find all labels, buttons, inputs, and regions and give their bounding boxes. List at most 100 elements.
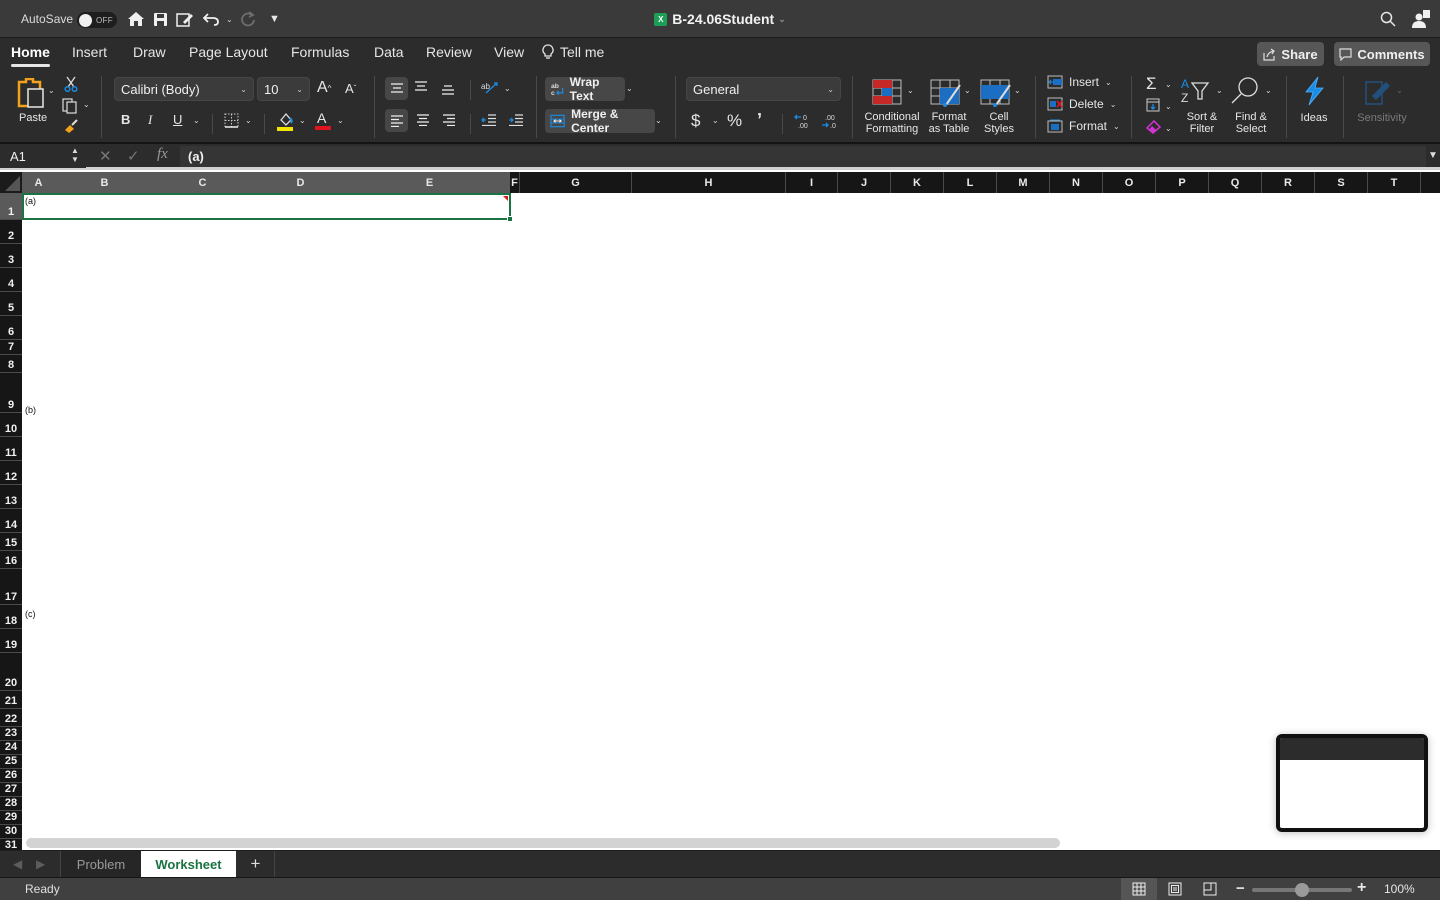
- insert-cells-button[interactable]: Insert ⌄: [1047, 75, 1112, 89]
- column-header-k[interactable]: K: [891, 172, 944, 193]
- share-button[interactable]: Share: [1257, 42, 1324, 66]
- row-header-4[interactable]: 4: [0, 268, 22, 292]
- format-as-table-label[interactable]: Format as Table: [924, 111, 974, 135]
- borders-icon[interactable]: [224, 113, 239, 133]
- align-top-button[interactable]: [385, 77, 408, 100]
- zoom-out-button[interactable]: −: [1236, 880, 1245, 897]
- column-header-c[interactable]: C: [154, 172, 252, 193]
- row-header-6[interactable]: 6: [0, 316, 22, 340]
- cut-icon[interactable]: [64, 76, 78, 97]
- percent-style-icon[interactable]: %: [727, 111, 742, 131]
- wrap-text-dropdown-icon[interactable]: ⌄: [626, 84, 633, 93]
- next-sheet-icon[interactable]: ▶: [36, 857, 45, 871]
- fill-color-icon[interactable]: [277, 111, 294, 136]
- column-header-h[interactable]: H: [632, 172, 786, 193]
- add-sheet-button[interactable]: +: [237, 851, 274, 877]
- sheet-tab-problem[interactable]: Problem: [61, 851, 141, 877]
- sheet-navigator-thumbnail[interactable]: [1276, 734, 1428, 832]
- row-header-25[interactable]: 25: [0, 755, 22, 769]
- orientation-icon[interactable]: ab: [481, 80, 498, 94]
- row-header-23[interactable]: 23: [0, 727, 22, 741]
- selected-range-a1-e1[interactable]: [22, 193, 513, 222]
- row-header-30[interactable]: 30: [0, 825, 22, 839]
- tell-me-search[interactable]: Tell me: [542, 44, 604, 60]
- fill-dropdown-icon[interactable]: ⌄: [1165, 102, 1172, 111]
- copy-icon[interactable]: [62, 98, 78, 119]
- page-break-view-button[interactable]: [1192, 878, 1228, 900]
- cell-styles-dropdown-icon[interactable]: ⌄: [1014, 86, 1021, 95]
- ideas-icon[interactable]: [1302, 76, 1326, 111]
- column-header-t[interactable]: T: [1368, 172, 1421, 193]
- find-select-icon[interactable]: [1230, 76, 1260, 111]
- fill-icon[interactable]: [1146, 98, 1160, 117]
- undo-dropdown-icon[interactable]: ⌄: [226, 0, 233, 38]
- column-header-p[interactable]: P: [1156, 172, 1209, 193]
- conditional-formatting-label[interactable]: Conditional Formatting: [862, 111, 922, 135]
- row-header-9[interactable]: 9: [0, 373, 22, 413]
- orientation-dropdown-icon[interactable]: ⌄: [504, 84, 511, 93]
- tab-review[interactable]: Review: [426, 44, 472, 60]
- decrease-decimal-icon[interactable]: .00.0: [820, 113, 838, 129]
- sheet-tab-worksheet[interactable]: Worksheet: [141, 851, 236, 877]
- tab-page-layout[interactable]: Page Layout: [189, 44, 268, 60]
- page-layout-view-button[interactable]: [1157, 878, 1193, 900]
- column-header-i[interactable]: I: [786, 172, 838, 193]
- row-header-12[interactable]: 12: [0, 461, 22, 485]
- column-header-r[interactable]: R: [1262, 172, 1315, 193]
- font-size-select[interactable]: 10 ⌄: [257, 77, 310, 101]
- save-icon[interactable]: [153, 0, 168, 38]
- row-header-14[interactable]: 14: [0, 509, 22, 533]
- increase-font-size-icon[interactable]: A ^: [317, 79, 331, 97]
- format-painter-icon[interactable]: [63, 118, 79, 139]
- bold-button[interactable]: B: [121, 112, 130, 127]
- align-bottom-button[interactable]: [441, 83, 455, 95]
- font-name-select[interactable]: Calibri (Body) ⌄: [114, 77, 254, 101]
- cell-a19[interactable]: (c): [25, 609, 36, 619]
- italic-button[interactable]: I: [148, 112, 152, 128]
- formula-input[interactable]: (a): [180, 146, 1426, 167]
- horizontal-scrollbar[interactable]: [26, 838, 1060, 848]
- column-header-o[interactable]: O: [1103, 172, 1156, 193]
- cell-styles-icon[interactable]: [980, 79, 1012, 112]
- align-left-button[interactable]: [385, 109, 408, 132]
- row-header-21[interactable]: 21: [0, 691, 22, 709]
- merge-center-button[interactable]: Merge & Center: [545, 107, 655, 135]
- customize-toolbar-icon[interactable]: ▼: [269, 0, 280, 38]
- wrap-text-button[interactable]: ab c Wrap Text: [545, 75, 625, 103]
- comma-style-icon[interactable]: ’: [757, 110, 762, 131]
- row-header-29[interactable]: 29: [0, 811, 22, 825]
- conditional-formatting-dropdown-icon[interactable]: ⌄: [907, 86, 914, 95]
- decrease-indent-icon[interactable]: [481, 114, 497, 126]
- cell-styles-label[interactable]: Cell Styles: [979, 111, 1019, 135]
- column-header-n[interactable]: N: [1050, 172, 1103, 193]
- row-header-11[interactable]: 11: [0, 437, 22, 461]
- row-header-10[interactable]: 10: [0, 413, 22, 437]
- row-header-8[interactable]: 8: [0, 355, 22, 373]
- zoom-slider-thumb[interactable]: [1295, 883, 1309, 897]
- tab-view[interactable]: View: [494, 44, 524, 60]
- previous-sheet-icon[interactable]: ◀: [13, 857, 22, 871]
- row-header-13[interactable]: 13: [0, 485, 22, 509]
- undo-icon[interactable]: [203, 0, 219, 38]
- format-as-table-dropdown-icon[interactable]: ⌄: [964, 86, 971, 95]
- underline-button[interactable]: U: [173, 112, 182, 127]
- autosum-icon[interactable]: Σ: [1146, 74, 1157, 94]
- paste-icon[interactable]: [16, 77, 48, 113]
- tab-home[interactable]: Home: [11, 44, 50, 67]
- number-format-select[interactable]: General ⌄: [686, 77, 841, 101]
- column-header-m[interactable]: M: [997, 172, 1050, 193]
- row-header-2[interactable]: 2: [0, 220, 22, 244]
- comment-indicator-icon[interactable]: [503, 196, 508, 201]
- align-right-button[interactable]: [442, 114, 456, 126]
- currency-format-icon[interactable]: $: [691, 111, 700, 131]
- tab-data[interactable]: Data: [374, 44, 404, 60]
- clear-dropdown-icon[interactable]: ⌄: [1165, 124, 1172, 133]
- increase-indent-icon[interactable]: [508, 114, 524, 126]
- column-header-g[interactable]: G: [520, 172, 632, 193]
- font-color-dropdown-icon[interactable]: ⌄: [337, 116, 344, 125]
- increase-decimal-icon[interactable]: 0.00: [793, 113, 811, 129]
- ideas-label[interactable]: Ideas: [1298, 112, 1330, 124]
- paste-label[interactable]: Paste: [19, 112, 47, 124]
- column-header-e[interactable]: E: [350, 172, 510, 193]
- sort-filter-label[interactable]: Sort & Filter: [1181, 111, 1223, 135]
